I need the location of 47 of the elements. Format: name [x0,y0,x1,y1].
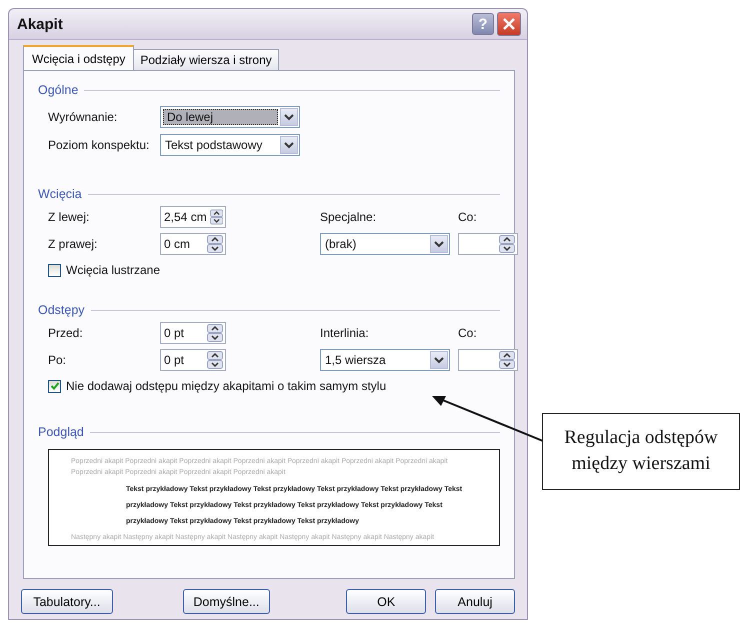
spin-arrows-icon[interactable] [499,234,515,252]
spin-arrows-icon[interactable] [210,208,223,226]
chevron-down-icon [284,141,294,149]
dropdown-field[interactable]: 1,5 wiersza [320,348,450,370]
field-label: Po: [48,352,68,368]
spin-field[interactable]: 0 pt [160,322,226,344]
field-label: Poziom konspektu: [48,138,150,152]
chevron-down-icon [434,240,444,248]
field-label: Co: [458,324,478,342]
close-icon[interactable] [497,12,521,36]
checkbox-label: Wcięcia lustrzane [66,263,160,277]
spin-field[interactable]: 0 pt [160,348,226,370]
dropdown-field[interactable]: (brak) [320,232,450,254]
spin-arrows-icon[interactable] [207,324,223,342]
checkbox[interactable] [48,264,61,276]
dialog-button[interactable]: Anuluj [435,589,515,614]
field-label: Wyrównanie: [48,110,118,124]
dropdown-field[interactable]: Tekst podstawowy [160,134,300,156]
dialog-button[interactable]: Domyślne... [182,589,270,614]
spin-field[interactable]: 2,54 cm [160,206,226,228]
checkbox[interactable] [48,380,61,392]
field-label: Z prawej: [48,236,98,252]
spin-field[interactable] [458,348,518,370]
section-title: Ogólne [38,83,78,97]
field-label: Specjalne: [320,208,378,226]
dialog-button[interactable]: OK [346,589,426,614]
spin-arrows-icon[interactable] [499,350,515,368]
section-title: Wcięcia [38,187,82,201]
section-title: Podgląd [38,425,84,439]
field-label: Co: [458,208,478,226]
section-title: Odstępy [38,303,85,317]
spin-field[interactable]: 0 cm [160,232,226,254]
dropdown-field[interactable]: Do lewej [160,106,300,128]
chevron-down-icon [284,113,294,121]
tab[interactable]: Podziały wiersza i strony [133,49,279,70]
spin-field[interactable] [458,232,518,254]
field-label: Interlinia: [320,324,370,342]
field-label: Przed: [48,324,84,342]
window-title: Akapit [17,16,64,32]
checkbox-label: Nie dodawaj odstępu między akapitami o takim samym stylu [66,379,386,393]
spin-arrows-icon[interactable] [207,234,223,252]
chevron-down-icon [434,356,444,364]
callout-text: Regulacja odstępów między wierszami [542,413,740,490]
dialog-button[interactable]: Tabulatory... [21,589,113,614]
field-label: Z lewej: [48,208,90,226]
spin-arrows-icon[interactable] [207,350,223,368]
tab[interactable]: Wcięcia i odstępy [23,45,134,70]
